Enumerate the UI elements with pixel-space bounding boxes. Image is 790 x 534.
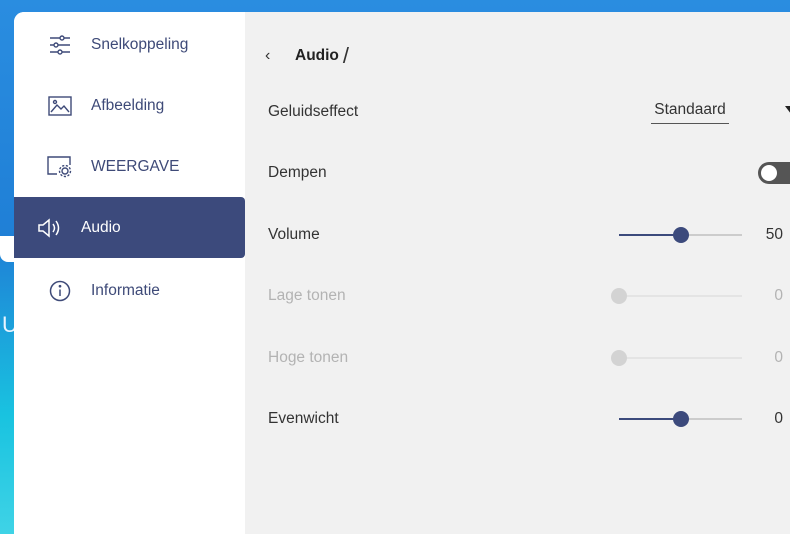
slider-thumb [611, 288, 627, 304]
treble-label: Hoge tonen [268, 349, 349, 366]
settings-sidebar: Snelkoppeling Afbeelding WEERGAVE Audio … [14, 12, 245, 534]
sidebar-item-label: Afbeelding [91, 96, 165, 114]
mute-toggle[interactable] [758, 162, 790, 184]
mute-row: Dempen [268, 158, 790, 188]
info-icon [46, 279, 74, 303]
sound-effect-dropdown[interactable]: Standaard [651, 97, 790, 127]
treble-value: 0 [774, 349, 783, 366]
slider-thumb[interactable] [673, 227, 689, 243]
volume-label: Volume [268, 226, 320, 243]
slider-track [619, 295, 742, 297]
toggle-knob [761, 165, 777, 181]
audio-settings-content: ‹ Audio / Geluidseffect Standaard Dempen… [245, 12, 790, 534]
volume-value: 50 [765, 226, 783, 243]
sidebar-item-weergave[interactable]: WEERGAVE [14, 136, 245, 197]
slider-fill [619, 418, 681, 420]
volume-slider[interactable] [619, 226, 742, 244]
sidebar-item-afbeelding[interactable]: Afbeelding [14, 75, 245, 136]
slider-thumb [611, 350, 627, 366]
breadcrumb-separator: / [342, 43, 350, 68]
sliders-icon [46, 33, 74, 57]
sidebar-item-label: Snelkoppeling [91, 35, 189, 53]
balance-value: 0 [774, 410, 783, 427]
sidebar-item-label: WEERGAVE [91, 157, 180, 175]
slider-fill [619, 234, 681, 236]
bass-value: 0 [774, 287, 783, 304]
sidebar-item-audio[interactable]: Audio [14, 197, 245, 258]
balance-row: Evenwicht 0 [268, 404, 783, 434]
mute-label: Dempen [268, 164, 327, 181]
breadcrumb: ‹ Audio / [265, 42, 349, 70]
sidebar-item-informatie[interactable]: Informatie [14, 260, 245, 321]
bass-slider [611, 287, 742, 305]
settings-panel: Snelkoppeling Afbeelding WEERGAVE Audio … [14, 12, 790, 534]
slider-track [619, 357, 742, 359]
sound-effect-label: Geluidseffect [268, 103, 359, 120]
page-title: Audio [295, 47, 339, 64]
sidebar-item-snelkoppeling[interactable]: Snelkoppeling [14, 14, 245, 75]
image-icon [46, 94, 74, 118]
sidebar-item-label: Informatie [91, 281, 160, 299]
sound-effect-row: Geluidseffect Standaard [268, 97, 790, 127]
dropdown-arrow-icon [785, 106, 790, 114]
speaker-icon [36, 216, 64, 240]
bass-label: Lage tonen [268, 287, 346, 304]
treble-slider [611, 349, 742, 367]
sidebar-item-label: Audio [81, 218, 121, 236]
sound-effect-value: Standaard [651, 101, 729, 124]
bass-row: Lage tonen 0 [268, 281, 783, 311]
balance-slider[interactable] [619, 410, 742, 428]
balance-label: Evenwicht [268, 410, 339, 427]
slider-thumb[interactable] [673, 411, 689, 427]
volume-row: Volume 50 [268, 220, 783, 250]
display-settings-icon [46, 155, 74, 179]
treble-row: Hoge tonen 0 [268, 343, 783, 373]
back-chevron-icon[interactable]: ‹ [265, 48, 281, 64]
